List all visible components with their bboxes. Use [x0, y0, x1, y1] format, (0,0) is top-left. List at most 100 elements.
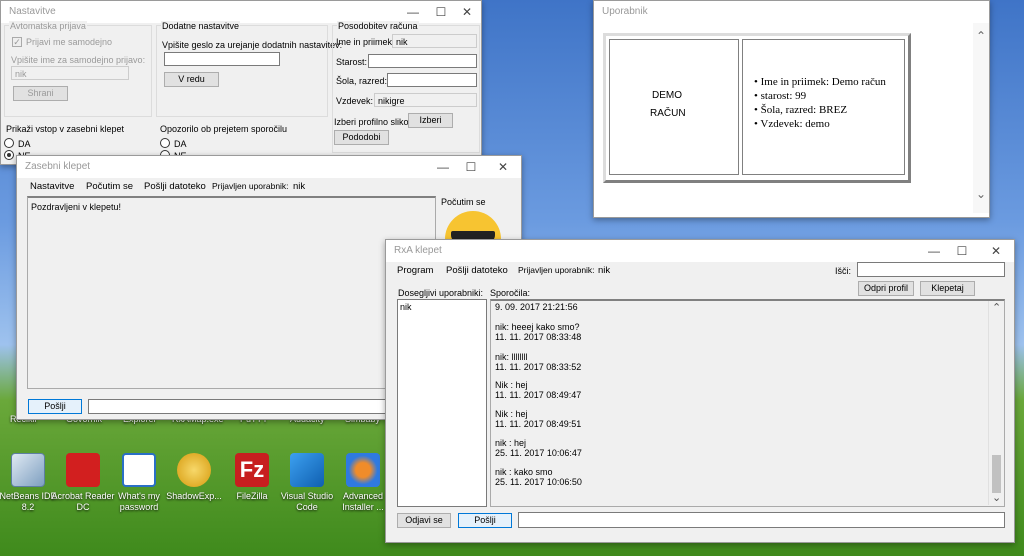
private-yes-radio[interactable] [4, 138, 14, 148]
user-title: Uporabnik [602, 6, 648, 17]
profile-detail-item: • Ime in priimek: Demo račun [754, 76, 886, 88]
scroll-down-icon[interactable]: ⌄ [976, 187, 986, 201]
private-no-radio[interactable] [4, 150, 14, 160]
auto-login-checkbox[interactable]: ✓ [12, 37, 22, 47]
menu-send-file[interactable]: Pošlji datoteko [446, 265, 508, 276]
maximize-icon[interactable]: ☐ [948, 240, 976, 262]
message-line: 11. 11. 2017 08:49:51 [495, 419, 582, 429]
message-line: Nik : hej [495, 380, 528, 390]
visual-studio-code-label: Visual Studio Code [280, 491, 334, 512]
account-age-label: Starost: [336, 57, 368, 67]
visual-studio-code-icon[interactable] [290, 453, 324, 487]
messages-label: Sporočila: [490, 288, 531, 298]
maximize-icon[interactable]: ☐ [427, 1, 455, 23]
profile-table: DEMO RAČUN • Ime in priimek: Demo račun … [603, 33, 911, 183]
messages-panel[interactable]: 9. 09. 2017 21:21:56 nik: heeej kako smo… [490, 299, 1005, 507]
logout-button[interactable]: Odjavi se [397, 513, 451, 528]
user-scrollbar[interactable] [973, 23, 989, 213]
account-nick-field[interactable]: nikigre [374, 93, 477, 107]
settings-title: Nastavitve [9, 6, 56, 17]
acrobat-icon[interactable] [66, 453, 100, 487]
extra-pass-input[interactable] [164, 52, 280, 66]
account-age-field[interactable] [368, 54, 477, 68]
profile-left-cell [609, 39, 739, 175]
message-line: 25. 11. 2017 10:06:50 [495, 477, 582, 487]
account-nick-label: Vzdevek: [336, 96, 374, 106]
private-chat-heading: Prikaži vstop v zasebni klepet [6, 124, 125, 134]
notify-yes-label: DA [174, 139, 187, 149]
close-icon[interactable]: ✕ [489, 156, 517, 178]
logged-user-label: Prijavljen uporabnik: [518, 265, 595, 275]
whats-my-password-icon[interactable] [122, 453, 156, 487]
message-line: nik: llllllll [495, 352, 528, 362]
rxa-title: RxA klepet [394, 245, 442, 256]
send-button[interactable]: Pošlji [458, 513, 512, 528]
account-name-label: Ime in priimek: [336, 37, 395, 47]
minimize-icon[interactable]: — [399, 1, 427, 23]
knock-button[interactable]: Klepetaj [920, 281, 975, 296]
send-button[interactable]: Pošlji [28, 399, 82, 414]
netbeans-icon[interactable] [11, 453, 45, 487]
messages-scrollbar[interactable]: ⌃ ⌄ [988, 301, 1004, 505]
advanced-installer-icon[interactable] [346, 453, 380, 487]
desktop-icons: NetBeans IDE 8.2 Acrobat Reader DC What'… [0, 450, 390, 556]
account-school-label: Šola, razred: [336, 76, 388, 86]
shadowexplorer-icon[interactable] [177, 453, 211, 487]
minimize-icon[interactable]: — [429, 156, 457, 178]
message-line: 25. 11. 2017 10:06:47 [495, 448, 582, 458]
settings-window: Nastavitve — ☐ ✕ Avtomatska prijava ✓ Pr… [0, 0, 482, 165]
menu-feeling[interactable]: Počutim se [86, 181, 133, 192]
profile-detail-item: • starost: 99 [754, 90, 807, 102]
shadowexplorer-label: ShadowExp... [166, 491, 222, 501]
menu-settings[interactable]: Nastavitve [30, 181, 74, 192]
open-profile-button[interactable]: Odpri profil [858, 281, 914, 296]
extra-settings-group [156, 25, 328, 117]
filezilla-icon[interactable]: Fz [235, 453, 269, 487]
maximize-icon[interactable]: ☐ [457, 156, 485, 178]
message-line: nik : hej [495, 438, 527, 448]
scroll-up-icon[interactable]: ⌃ [976, 29, 986, 43]
message-line: 11. 11. 2017 08:49:47 [495, 390, 582, 400]
private-yes-label: DA [18, 139, 31, 149]
account-school-field[interactable] [387, 73, 477, 87]
welcome-message: Pozdravljeni v klepetu! [31, 202, 122, 212]
users-list[interactable]: nik [397, 299, 487, 507]
scroll-thumb[interactable] [992, 455, 1001, 493]
user-titlebar[interactable]: Uporabnik [594, 1, 989, 23]
auto-login-name-field[interactable]: nik [11, 66, 129, 80]
scroll-up-icon[interactable]: ⌃ [992, 301, 1001, 314]
close-icon[interactable]: ✕ [453, 1, 481, 23]
message-line: 11. 11. 2017 08:33:48 [495, 332, 582, 342]
menu-program[interactable]: Program [397, 265, 433, 276]
message-line: nik: heeej kako smo? [495, 322, 580, 332]
ok-button[interactable]: V redu [164, 72, 219, 87]
message-input[interactable] [518, 512, 1005, 528]
account-heading: Posodobitev računa [337, 21, 419, 31]
notify-yes-radio[interactable] [160, 138, 170, 148]
close-icon[interactable]: ✕ [982, 240, 1010, 262]
logged-user-label: Prijavljen uporabnik: [212, 181, 289, 191]
rxa-chat-window: RxA klepet — ☐ ✕ Program Pošlji datoteko… [385, 239, 1015, 543]
auto-login-name-label: Vpišite ime za samodejno prijavo: [11, 55, 146, 65]
account-name-field[interactable]: nik [392, 34, 477, 48]
update-account-button[interactable]: Pododobi [334, 130, 389, 145]
choose-photo-button[interactable]: Izberi [408, 113, 453, 128]
search-label: Išči: [835, 266, 852, 276]
account-photo-label: Izberi profilno sliko: [334, 117, 412, 127]
search-input[interactable] [857, 262, 1005, 277]
account-label: RAČUN [650, 108, 686, 119]
save-button[interactable]: Shrani [13, 86, 68, 101]
user-list-item[interactable]: nik [400, 302, 412, 312]
extra-settings-heading: Dodatne nastavitve [161, 21, 241, 31]
notify-heading: Opozorilo ob prejetem sporočilu [160, 124, 288, 134]
profile-details-list: • Ime in priimek: Demo račun • starost: … [754, 75, 886, 131]
scroll-down-icon[interactable]: ⌄ [992, 491, 1001, 504]
menu-send-file[interactable]: Pošlji datoteko [144, 181, 206, 192]
minimize-icon[interactable]: — [920, 240, 948, 262]
private-message-input[interactable] [88, 399, 388, 414]
private-chat-messages[interactable]: Pozdravljeni v klepetu! [27, 196, 436, 389]
message-line: 11. 11. 2017 08:33:52 [495, 362, 582, 372]
profile-detail-item: • Šola, razred: BREZ [754, 104, 848, 116]
message-line: 9. 09. 2017 21:21:56 [495, 302, 578, 312]
demo-label: DEMO [652, 90, 682, 101]
